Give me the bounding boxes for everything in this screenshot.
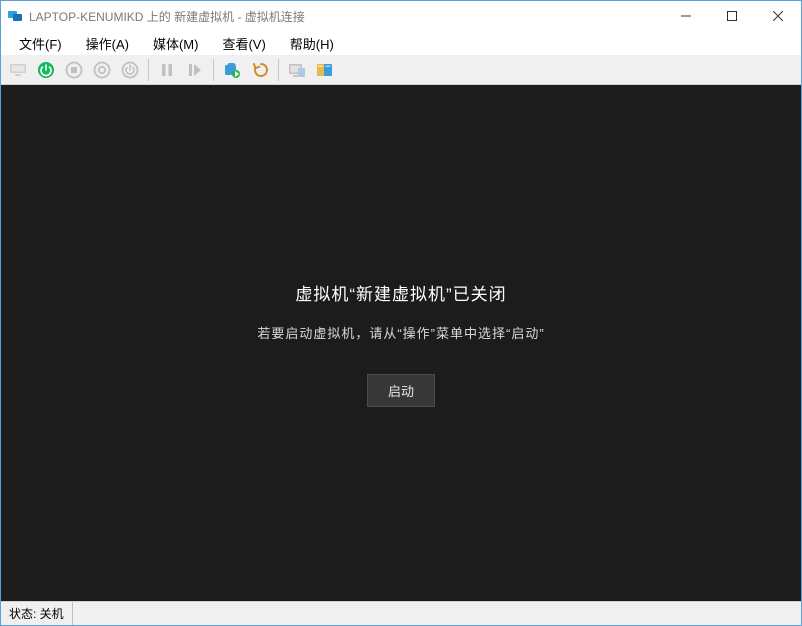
enhanced-session-button[interactable] — [284, 57, 310, 83]
minimize-button[interactable] — [663, 1, 709, 31]
toolbar-separator — [278, 59, 279, 81]
toolbar-separator — [213, 59, 214, 81]
start-button[interactable] — [33, 57, 59, 83]
vm-status-heading: 虚拟机“新建虚拟机”已关闭 — [295, 280, 506, 305]
maximize-button[interactable] — [709, 1, 755, 31]
turn-off-button[interactable] — [61, 57, 87, 83]
menu-action[interactable]: 操作(A) — [74, 32, 141, 54]
menu-file[interactable]: 文件(F) — [7, 32, 74, 54]
vm-viewport: 虚拟机“新建虚拟机”已关闭 若要启动虚拟机，请从“操作”菜单中选择“启动” 启动 — [1, 85, 801, 601]
reset-button[interactable] — [182, 57, 208, 83]
title-bar: LAPTOP-KENUMIKD 上的 新建虚拟机 - 虚拟机连接 — [1, 1, 801, 31]
ctrl-alt-del-button[interactable] — [5, 57, 31, 83]
vm-status-subtext: 若要启动虚拟机，请从“操作”菜单中选择“启动” — [257, 323, 544, 342]
save-button[interactable] — [117, 57, 143, 83]
status-text: 状态: 关机 — [1, 602, 73, 625]
menu-view[interactable]: 查看(V) — [210, 32, 277, 54]
status-bar: 状态: 关机 — [1, 601, 801, 625]
shutdown-button[interactable] — [89, 57, 115, 83]
vm-start-button[interactable]: 启动 — [367, 374, 435, 407]
checkpoint-button[interactable] — [219, 57, 245, 83]
pause-button[interactable] — [154, 57, 180, 83]
toolbar — [1, 55, 801, 85]
close-button[interactable] — [755, 1, 801, 31]
menu-media[interactable]: 媒体(M) — [141, 32, 211, 54]
share-button[interactable] — [312, 57, 338, 83]
toolbar-separator — [148, 59, 149, 81]
revert-button[interactable] — [247, 57, 273, 83]
window-title: LAPTOP-KENUMIKD 上的 新建虚拟机 - 虚拟机连接 — [29, 8, 305, 25]
menu-bar: 文件(F) 操作(A) 媒体(M) 查看(V) 帮助(H) — [1, 31, 801, 55]
app-icon — [7, 8, 23, 24]
menu-help[interactable]: 帮助(H) — [278, 32, 346, 54]
